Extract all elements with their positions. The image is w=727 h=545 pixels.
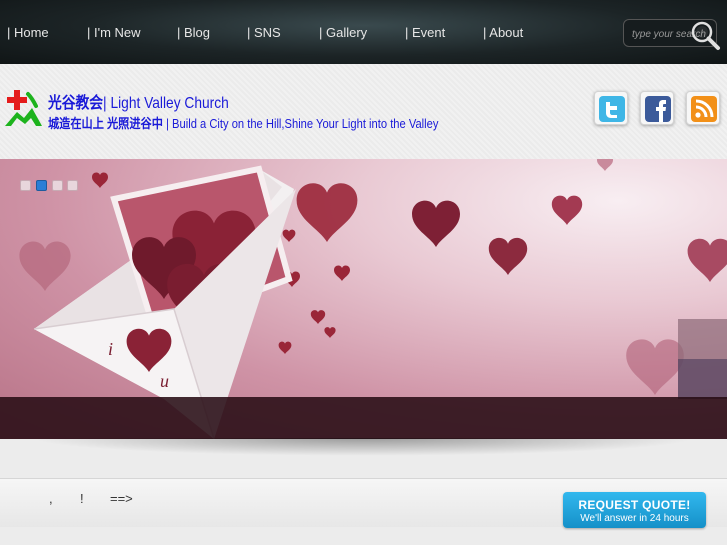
rss-icon — [691, 96, 717, 122]
request-quote-title: REQUEST QUOTE! — [578, 498, 691, 512]
nav-blog[interactable]: | Blog — [177, 25, 210, 40]
ticker-part-2: ! — [80, 491, 84, 506]
slider-dot-1[interactable] — [20, 180, 31, 191]
nav-im-new[interactable]: | I'm New — [87, 25, 141, 40]
ticker-part-3[interactable]: ==> — [110, 491, 133, 506]
site-title: 光谷教会| Light Valley Church — [48, 89, 229, 113]
banner-slider[interactable]: i u — [0, 159, 727, 439]
facebook-icon — [645, 96, 671, 122]
site-title-cn: 光谷教会 — [48, 95, 104, 112]
rss-button[interactable] — [686, 91, 720, 125]
letter-text-i: i — [108, 339, 113, 359]
site-motto-cn: 城造在山上 光照进谷中 — [48, 116, 163, 131]
site-title-en: | Light Valley Church — [103, 95, 229, 112]
slider-dot-2[interactable] — [36, 180, 47, 191]
facebook-button[interactable] — [640, 91, 674, 125]
twitter-button[interactable] — [594, 91, 628, 125]
banner-caption-bar — [0, 397, 727, 439]
twitter-icon — [599, 96, 625, 122]
top-navigation-bar: | Home | I'm New | Blog | SNS | Gallery … — [0, 0, 727, 64]
church-logo-icon[interactable] — [2, 88, 44, 130]
search-icon[interactable] — [688, 18, 722, 52]
nav-about[interactable]: | About — [483, 25, 523, 40]
nav-gallery[interactable]: | Gallery — [319, 25, 367, 40]
nav-home[interactable]: | Home — [7, 25, 49, 40]
ticker-part-1: , — [49, 491, 53, 506]
request-quote-button[interactable]: REQUEST QUOTE! We'll answer in 24 hours — [563, 492, 706, 528]
nav-event[interactable]: | Event — [405, 25, 445, 40]
slider-dot-3[interactable] — [52, 180, 63, 191]
letter-text-u: u — [160, 371, 169, 391]
banner-shadow — [30, 438, 697, 456]
slider-dot-4[interactable] — [67, 180, 78, 191]
site-motto: 城造在山上 光照进谷中 | Build a City on the Hill,S… — [48, 113, 438, 132]
nav-sns[interactable]: | SNS — [247, 25, 281, 40]
request-quote-subtitle: We'll answer in 24 hours — [580, 513, 689, 524]
site-motto-en: | Build a City on the Hill,Shine Your Li… — [166, 116, 439, 131]
